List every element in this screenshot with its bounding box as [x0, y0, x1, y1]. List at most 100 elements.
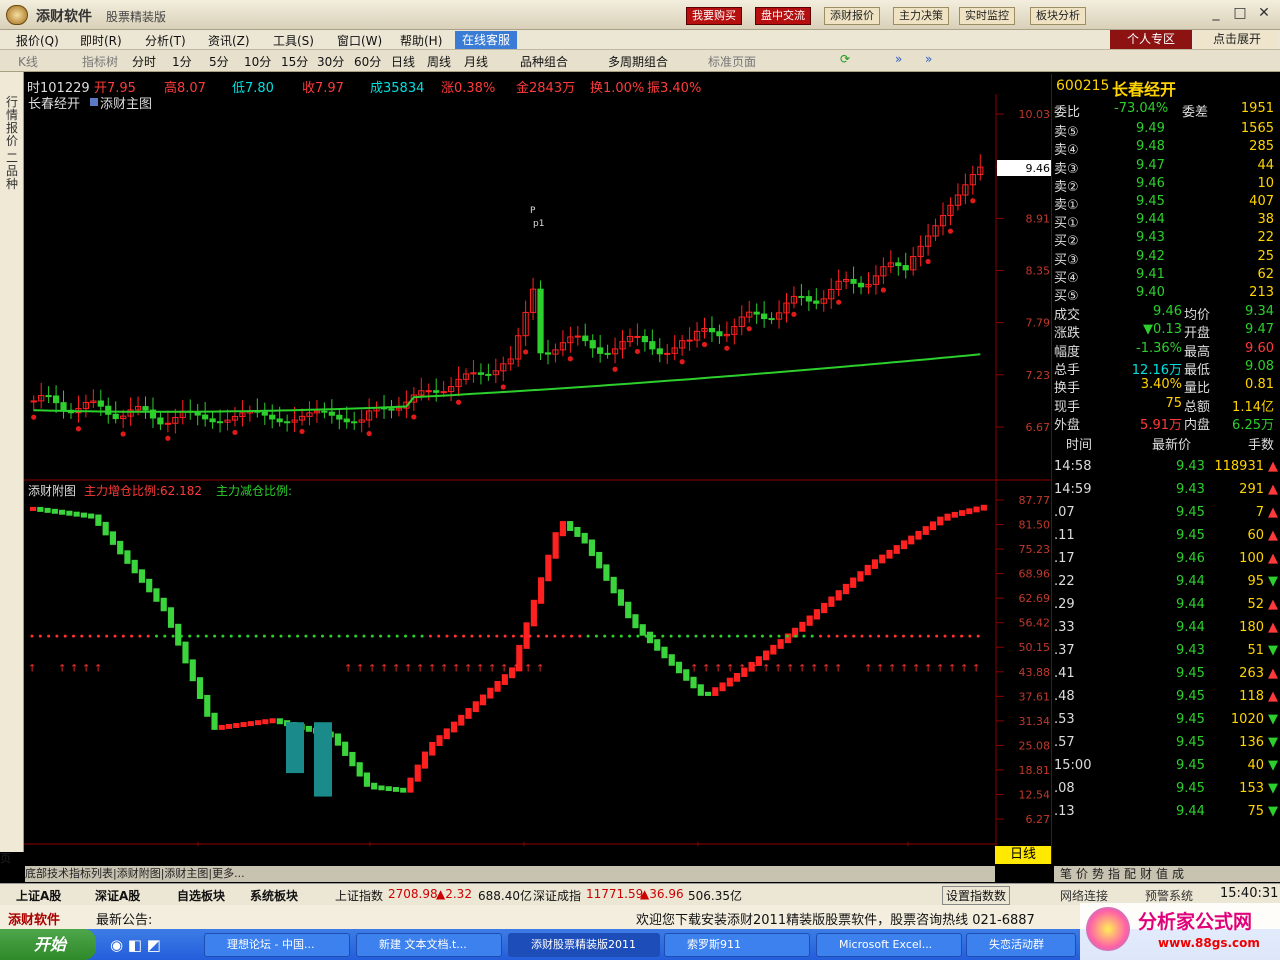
period-15m[interactable]: 15分	[281, 53, 308, 70]
menu-realtime[interactable]: 即时(R)	[80, 32, 122, 49]
sub-bar	[189, 659, 196, 682]
menu-analysis[interactable]: 分析(T)	[145, 32, 186, 49]
right-tab[interactable]: 指	[1108, 866, 1120, 882]
task-excel[interactable]: Microsoft Excel...	[816, 933, 962, 957]
close-icon[interactable]: ✕	[1254, 4, 1274, 24]
period-5m[interactable]: 5分	[209, 53, 229, 70]
tab-sys[interactable]: 系统板块	[250, 887, 298, 904]
maximize-icon[interactable]: □	[1230, 4, 1250, 24]
sidebar-tab-pair[interactable]: 二品种	[2, 152, 22, 191]
period-30m[interactable]: 30分	[317, 53, 344, 70]
task-notepad[interactable]: 新建 文本文档.t...	[356, 933, 502, 957]
stat-value: 0.81	[1245, 377, 1274, 393]
period-month[interactable]: 月线	[464, 53, 488, 70]
news-ticker[interactable]: 欢迎您下载安装添财2011精装版股票软件，股票咨询热线 021-6887	[636, 909, 1035, 928]
main-chart-sublabel[interactable]: 添财主图	[100, 97, 152, 112]
sh-index-label: 上证指数	[335, 889, 384, 903]
sub-bar	[799, 621, 806, 632]
sidebar-tab-quote[interactable]: 行情报价	[2, 96, 22, 148]
standard-page-tool[interactable]: 标准页面	[708, 53, 756, 70]
tick-time: .41	[1054, 666, 1075, 681]
next-icon[interactable]: »	[895, 52, 902, 66]
sub-chart-title[interactable]: 添财附图	[28, 484, 76, 498]
sub-bar	[980, 504, 987, 511]
tab-sz-a[interactable]: 深证A股	[95, 887, 140, 904]
menu-window[interactable]: 窗口(W)	[337, 32, 382, 49]
tick-time: 14:58	[1054, 459, 1092, 474]
ask-price: 9.49	[1136, 121, 1165, 136]
sub-bar	[356, 762, 363, 777]
minimize-icon[interactable]: _	[1206, 4, 1226, 24]
sub-bar	[494, 680, 501, 692]
task-soros[interactable]: 索罗斯911	[664, 933, 810, 957]
task-stock-app[interactable]: 添财股票精装版2011	[508, 933, 660, 957]
period-day-badge[interactable]: 日线	[995, 846, 1051, 864]
kline-tool[interactable]: K线	[18, 53, 38, 70]
timeshare-tool[interactable]: 分时	[132, 53, 156, 70]
decision-button[interactable]: 主力决策	[893, 7, 949, 25]
personal-area-button[interactable]: 个人专区	[1110, 30, 1192, 49]
expand-button[interactable]: 点击展开	[1196, 30, 1278, 49]
sub-bar	[625, 601, 632, 619]
period-10m[interactable]: 10分	[244, 53, 271, 70]
app-name: 添财软件	[36, 9, 92, 25]
right-tab[interactable]: 财	[1140, 866, 1152, 882]
sub-bar	[501, 674, 508, 685]
sector-button[interactable]: 板块分析	[1030, 7, 1086, 25]
candle-body	[336, 414, 343, 420]
right-tab[interactable]: 势	[1092, 866, 1104, 882]
candle-body	[216, 421, 224, 424]
sub-bar	[915, 530, 922, 540]
signal-dot	[701, 341, 708, 348]
multiperiod-tool[interactable]: 多周期组合	[608, 53, 668, 70]
menu-help[interactable]: 帮助(H)	[400, 32, 442, 49]
period-day[interactable]: 日线	[391, 53, 415, 70]
indicator-tabs[interactable]: 底部技术指标列表|添财附图|添财主图|更多...	[25, 866, 995, 882]
baseline-dot	[445, 634, 449, 638]
task-forum[interactable]: 理想论坛 - 中国...	[204, 933, 350, 957]
chat-button[interactable]: 盘中交流	[755, 7, 811, 25]
sidebar-page[interactable]: 页	[0, 850, 11, 866]
tick-row: 14:58 9.43 118931 ▲	[1054, 459, 1278, 482]
right-tab[interactable]: 值	[1156, 866, 1168, 882]
menu-quote[interactable]: 报价(Q)	[16, 32, 59, 49]
up-arrow: ↑	[912, 663, 920, 674]
online-service-button[interactable]: 在线客服	[455, 31, 517, 49]
indicator-tree-tool[interactable]: 指标树	[82, 53, 118, 70]
right-tab[interactable]: 笔	[1060, 866, 1072, 882]
refresh-icon[interactable]: ⟳	[840, 52, 850, 66]
alert-system[interactable]: 预警系统	[1145, 887, 1193, 904]
period-week[interactable]: 周线	[427, 53, 451, 70]
task-group[interactable]: 失恋活动群	[966, 933, 1076, 957]
menu-news[interactable]: 资讯(Z)	[208, 32, 250, 49]
period-60m[interactable]: 60分	[354, 53, 381, 70]
right-tab[interactable]: 成	[1172, 866, 1184, 882]
signal-dot	[75, 426, 82, 432]
sub-bar	[138, 569, 146, 583]
baseline-dot	[785, 634, 789, 638]
sub-bar	[363, 772, 371, 787]
tab-self[interactable]: 自选板块	[177, 887, 225, 904]
up-arrow: ↑	[404, 663, 412, 674]
quicklaunch-icons[interactable]: ◉ ◧ ◩	[110, 936, 161, 954]
period-1m[interactable]: 1分	[172, 53, 192, 70]
combo-tool[interactable]: 品种组合	[520, 53, 568, 70]
monitor-button[interactable]: 实时监控	[959, 7, 1015, 25]
start-button[interactable]: 开始	[0, 929, 96, 960]
right-tab[interactable]: 配	[1124, 866, 1136, 882]
buy-button[interactable]: 我要购买	[686, 7, 742, 25]
quote-button[interactable]: 添财报价	[824, 7, 880, 25]
set-index-button[interactable]: 设置指数数	[942, 886, 1011, 905]
menu-tools[interactable]: 工具(S)	[273, 32, 314, 49]
sub-chart-inc-label: 主力增仓比例:62.182	[84, 484, 202, 498]
stat-label: 涨跌	[1054, 326, 1081, 342]
tab-sh-a[interactable]: 上证A股	[16, 887, 61, 904]
right-tab[interactable]: 价	[1076, 866, 1088, 882]
kline-chart[interactable]: 10.03 9.46 8.91 8.35 7.79 7.23 6.67 ↑ ↑ ↑ ↑ ↑ ↑ ↑ ↑ ↑ ↑…	[24, 94, 1051, 846]
up-arrow: ↑	[810, 663, 818, 674]
baseline-dot	[287, 634, 291, 638]
network-status[interactable]: 网络连接	[1060, 887, 1108, 904]
ask-volume: 407	[1249, 194, 1274, 210]
stat-value: 9.60	[1245, 340, 1274, 356]
forward-icon[interactable]: »	[925, 52, 932, 66]
